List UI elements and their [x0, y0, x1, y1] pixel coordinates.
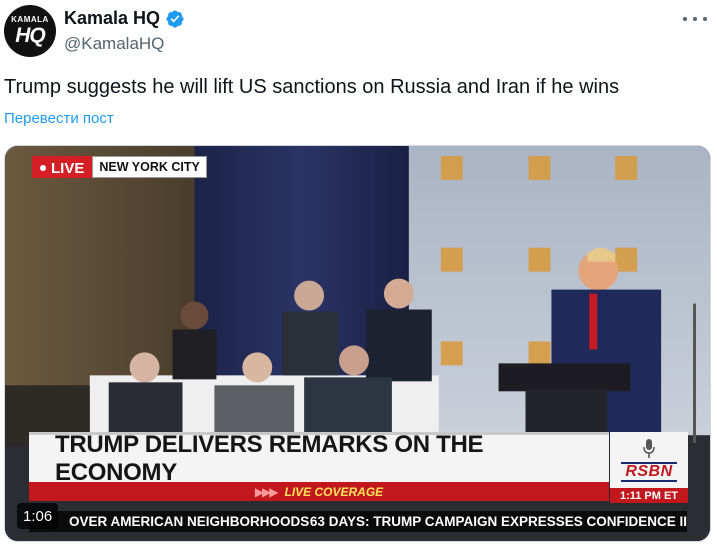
live-coverage-bar: ▶▶▶ LIVE COVERAGE — [29, 482, 609, 501]
lower-third-banner: TRUMP DELIVERS REMARKS ON THE ECONOMY ▶▶… — [29, 431, 609, 507]
ticker-item: 63 DAYS: TRUMP CAMPAIGN EXPRESSES CONFID… — [309, 514, 687, 529]
location-label: NEW YORK CITY — [92, 156, 207, 178]
network-clock: 1:11 PM ET — [610, 488, 688, 503]
live-label: LIVE — [51, 159, 85, 177]
live-coverage-label: LIVE COVERAGE — [284, 484, 384, 499]
translate-post-link[interactable]: Перевести пост — [4, 110, 114, 127]
video-duration: 1:06 — [17, 503, 59, 529]
network-logo: RSBN — [610, 432, 688, 488]
video-player[interactable]: LIVE NEW YORK CITY TRUMP DELIVERS REMARK… — [4, 145, 711, 542]
ticker-item: OVER AMERICAN NEIGHBORHOODS — [69, 514, 310, 529]
live-location-bug: LIVE NEW YORK CITY — [32, 156, 207, 178]
author-display-name[interactable]: Kamala HQ — [64, 8, 160, 29]
chevrons-icon: ▶▶▶ — [254, 484, 279, 499]
news-ticker: OVER AMERICAN NEIGHBORHOODS 63 DAYS: TRU… — [29, 511, 687, 532]
live-dot-icon — [40, 165, 46, 171]
tweet-text: Trump suggests he will lift US sanctions… — [4, 76, 620, 98]
network-logo-box: RSBN 1:11 PM ET — [610, 432, 688, 507]
microphone-icon — [643, 439, 655, 458]
live-badge: LIVE — [32, 156, 93, 178]
avatar-text-bottom: HQ — [15, 24, 45, 47]
more-options-icon[interactable] — [683, 12, 707, 26]
author-handle[interactable]: @KamalaHQ — [64, 34, 164, 54]
headline-text: TRUMP DELIVERS REMARKS ON THE ECONOMY — [29, 431, 609, 486]
network-name: RSBN — [621, 462, 677, 482]
avatar[interactable]: KAMALA HQ — [4, 5, 56, 57]
author-name-row: Kamala HQ — [64, 8, 185, 29]
avatar-text-top: KAMALA — [11, 15, 49, 24]
verified-badge-icon — [166, 9, 184, 28]
